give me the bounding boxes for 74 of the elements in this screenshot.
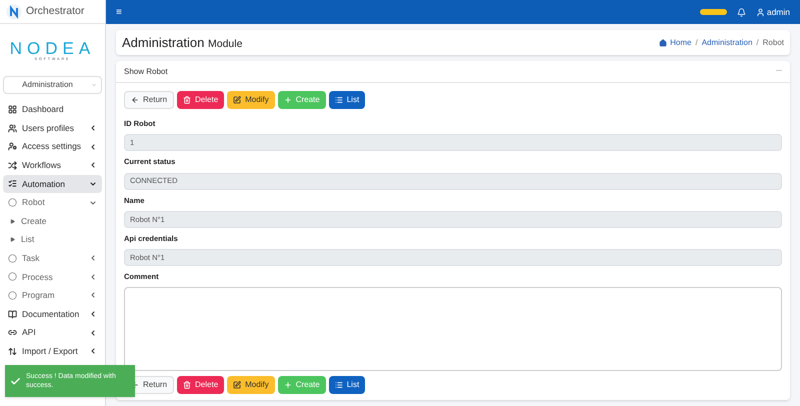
circle-icon	[8, 198, 17, 208]
breadcrumb-separator: /	[695, 36, 698, 48]
version-badge	[700, 9, 727, 15]
list-button[interactable]: List	[328, 91, 366, 109]
chevron-left-icon	[89, 347, 97, 356]
delete-button[interactable]: Delete	[177, 376, 224, 394]
sidebar-item[interactable]: Create	[3, 212, 102, 230]
edit-icon	[233, 381, 242, 389]
modify-button[interactable]: Modify	[227, 91, 275, 109]
chevron-left-icon	[89, 272, 97, 281]
user-name[interactable]: admin	[766, 6, 790, 18]
trash-icon	[183, 381, 192, 389]
shuffle-icon	[8, 160, 17, 170]
circle-icon	[8, 290, 17, 300]
check-icon	[10, 376, 21, 386]
breadcrumb-link[interactable]: Administration	[702, 36, 752, 48]
chevron-down-icon	[89, 180, 97, 188]
bell-icon[interactable]	[736, 8, 746, 16]
app-title: Orchestrator	[26, 4, 84, 19]
card-title: Show Robot	[124, 66, 169, 78]
user-icon	[756, 8, 765, 16]
chevron-left-icon	[89, 142, 97, 151]
sidebar-item[interactable]: Import / Export	[3, 342, 102, 361]
chevron-left-icon	[89, 291, 97, 300]
chevron-left-icon	[89, 254, 97, 262]
grid-icon	[8, 105, 17, 114]
sidebar-item[interactable]: List	[3, 230, 102, 249]
sidebar-item[interactable]: Automation	[3, 174, 102, 194]
circle-icon	[8, 272, 17, 282]
sidebar-item[interactable]: Access settings	[3, 137, 102, 156]
arrow-left-icon	[131, 96, 139, 104]
sidebar-item[interactable]: Workflows	[3, 156, 102, 175]
chevron-down-icon	[91, 82, 97, 88]
chevron-left-icon	[89, 124, 97, 132]
sidebar-item[interactable]: Documentation	[3, 304, 102, 324]
user-gear-icon	[8, 142, 17, 152]
list-icon	[334, 96, 343, 104]
sidebar-item[interactable]: Task	[3, 249, 102, 268]
up-down-arrow-icon	[8, 346, 17, 356]
sidebar-item[interactable]: Users profiles	[3, 118, 102, 138]
chevron-left-icon	[89, 161, 97, 170]
chevron-down-icon	[89, 198, 97, 207]
sidebar-item[interactable]: Program	[3, 286, 102, 305]
home-icon	[659, 38, 668, 46]
chevron-left-icon	[89, 328, 97, 337]
delete-button[interactable]: Delete	[177, 91, 224, 109]
list-icon	[8, 179, 17, 188]
sidebar-item[interactable]: Dashboard	[3, 100, 102, 119]
trash-icon	[183, 96, 192, 104]
return-button[interactable]: Return	[124, 91, 174, 109]
list-button[interactable]: List	[328, 376, 366, 394]
sidebar-item[interactable]: Robot	[3, 193, 102, 212]
breadcrumb-link[interactable]: Home	[670, 36, 692, 48]
chevron-left-icon	[89, 310, 97, 318]
edit-icon	[233, 96, 242, 104]
triangle-icon	[10, 218, 15, 224]
plus-icon	[284, 381, 292, 389]
triangle-icon	[10, 237, 15, 242]
module-select[interactable]: Administration	[3, 76, 102, 94]
sidebar-item[interactable]: Process	[3, 268, 102, 286]
plus-icon	[284, 96, 292, 104]
users-icon	[8, 124, 17, 133]
sidebar-item[interactable]: API	[3, 323, 102, 342]
menu-button[interactable]: ≡	[116, 4, 122, 20]
link-icon	[8, 328, 17, 338]
logo-icon	[6, 4, 22, 20]
list-icon	[334, 381, 343, 389]
page-title: Administration Module	[122, 34, 242, 52]
modify-button[interactable]: Modify	[227, 376, 275, 394]
circle-icon	[8, 254, 17, 263]
comment-field[interactable]	[124, 287, 782, 371]
brand-logo-text: NODEA	[10, 40, 96, 57]
breadcrumb-separator: /	[756, 36, 759, 48]
book-icon	[8, 310, 17, 319]
